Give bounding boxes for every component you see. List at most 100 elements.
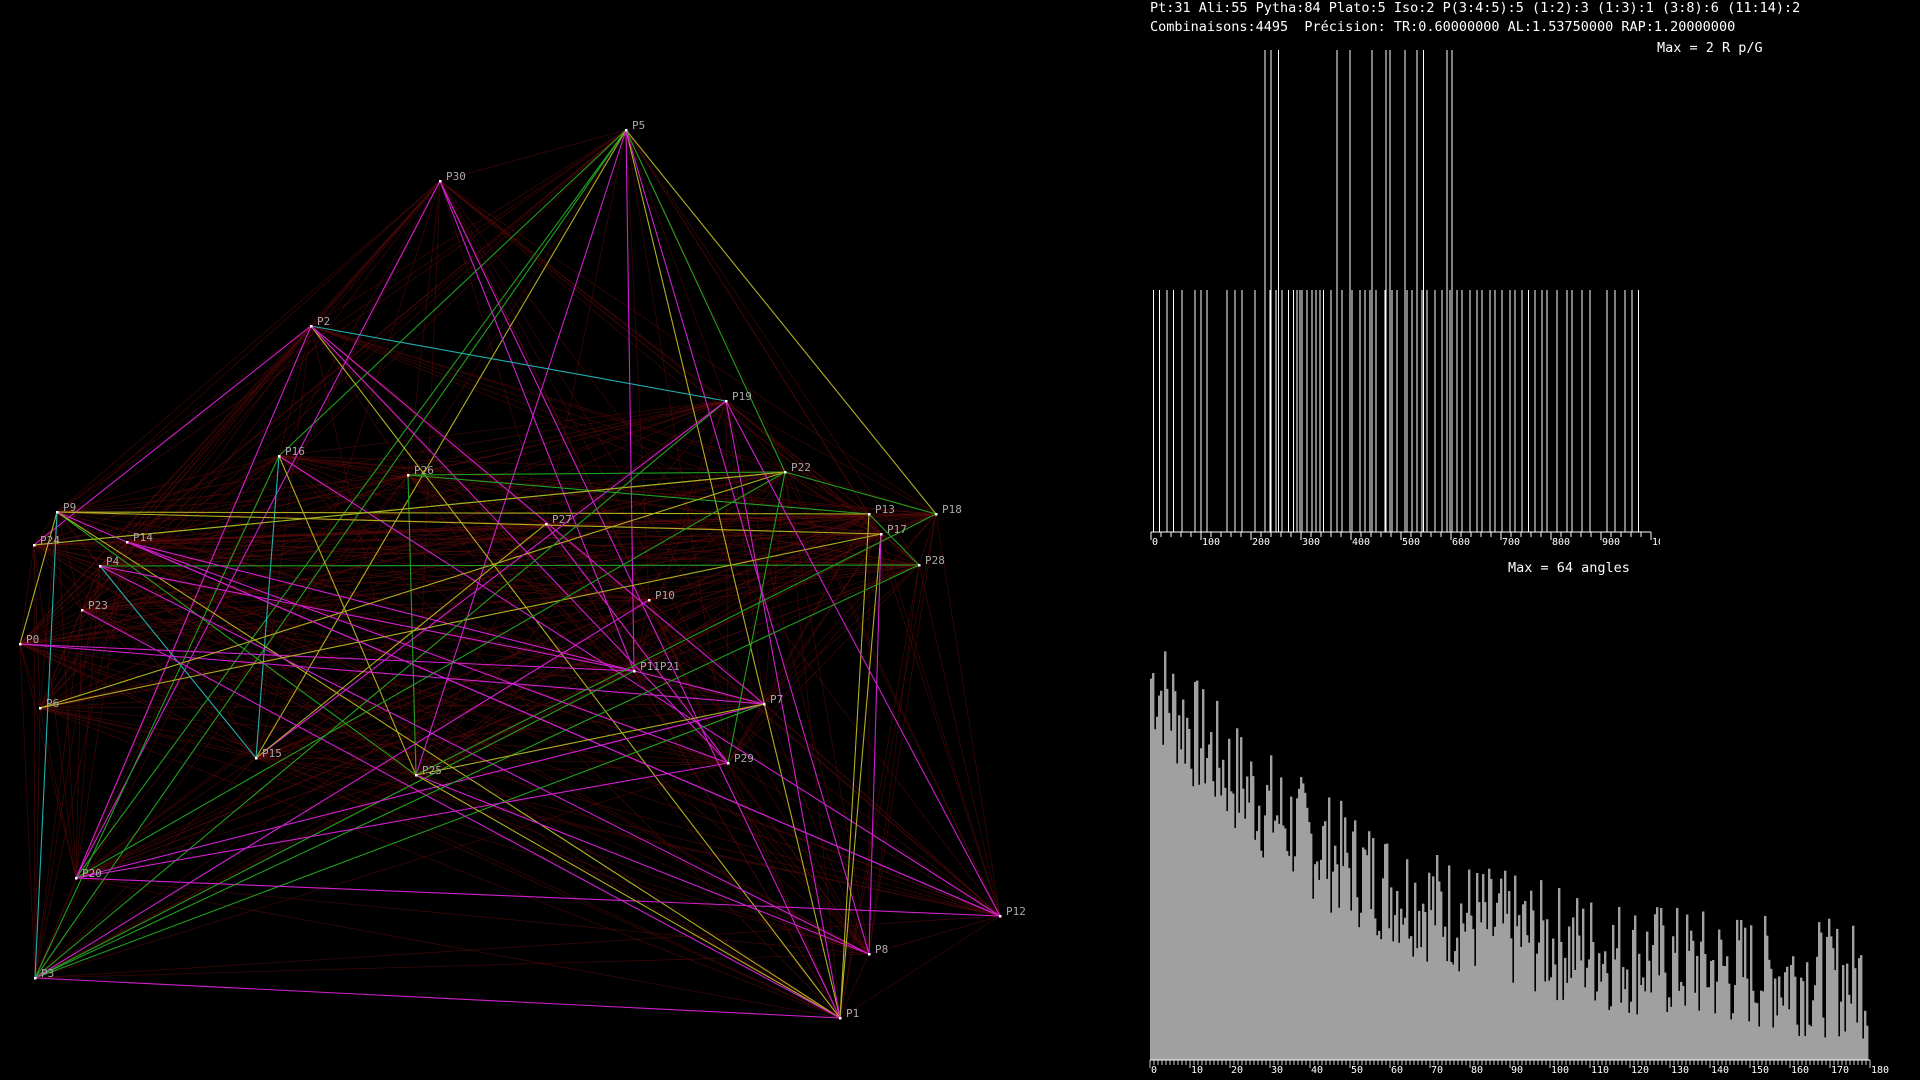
histogram-tick-label: 150 <box>1751 1065 1769 1076</box>
connection-P29-P20 <box>75 762 729 879</box>
connection-P3-P1 <box>34 977 841 1019</box>
point-label: P12 <box>1006 905 1026 918</box>
web-line <box>56 511 77 879</box>
web-line <box>255 757 1001 917</box>
web-line <box>19 643 1001 917</box>
web-line <box>39 599 650 709</box>
web-line <box>439 180 920 566</box>
point-marker <box>633 670 636 673</box>
point-marker <box>278 455 281 458</box>
web-line <box>56 325 312 513</box>
web-line <box>439 180 937 515</box>
connection-P3-P11P21 <box>34 670 635 979</box>
point-label: P19 <box>732 390 752 403</box>
point-label: P1 <box>846 1007 859 1020</box>
point-marker <box>784 471 787 474</box>
connection-P23-P1 <box>81 609 841 1019</box>
point-label: P22 <box>791 461 811 474</box>
web-line <box>633 670 870 955</box>
point-marker <box>19 643 22 646</box>
point-label: P11P21 <box>640 660 680 673</box>
point-label: P27 <box>552 513 572 526</box>
ratio-bars <box>1153 50 1639 532</box>
ratio-plot-caption: Max = 2 R p/G <box>1657 40 1763 56</box>
point-marker <box>255 757 258 760</box>
histogram-tick-label: 60 <box>1391 1065 1403 1076</box>
point-label: P23 <box>88 599 108 612</box>
point-label: P30 <box>446 170 466 183</box>
point-marker <box>999 915 1002 918</box>
web-line <box>34 762 729 979</box>
point-label: P28 <box>925 554 945 567</box>
point-marker <box>918 564 921 567</box>
point-label: P8 <box>875 943 888 956</box>
point-label: P29 <box>734 752 754 765</box>
histogram-axis: 0 10 20 30 40 50 60 70 80 90 100 110 120 130 140 150 160… <box>1149 1059 1889 1076</box>
histogram-tick-label: 70 <box>1431 1065 1443 1076</box>
point-label: P4 <box>106 555 120 568</box>
web-line <box>19 643 41 709</box>
web-line <box>415 599 650 776</box>
point-marker <box>868 513 871 516</box>
point-label: P15 <box>262 747 282 760</box>
web-line <box>56 180 441 513</box>
web-line <box>34 707 41 979</box>
ratio-plot: 0 100 200 300 400 500 600 700 800 900 1000 <box>1150 50 1660 548</box>
point-marker <box>81 609 84 612</box>
point-label: P3 <box>41 967 54 980</box>
web-line <box>839 915 1001 1019</box>
histogram-tick-label: 180 <box>1871 1065 1889 1076</box>
web-line <box>33 544 841 1019</box>
ratio-tick-label: 300 <box>1302 537 1320 548</box>
point-marker <box>56 511 59 514</box>
histogram-tick-label: 110 <box>1591 1065 1609 1076</box>
histogram-bars <box>1150 651 1869 1060</box>
point-label: P10 <box>655 589 675 602</box>
point-marker <box>880 533 883 536</box>
web-line <box>56 129 627 513</box>
point-marker <box>648 599 651 602</box>
point-marker <box>763 703 766 706</box>
point-label: P20 <box>82 867 102 880</box>
angle-histogram: 0 10 20 30 40 50 60 70 80 90 100 110 120 130 140 150 160… <box>1149 651 1889 1076</box>
histogram-tick-label: 120 <box>1631 1065 1649 1076</box>
ratio-tick-label: 200 <box>1252 537 1270 548</box>
web-line <box>34 757 257 979</box>
histogram-tick-label: 40 <box>1311 1065 1323 1076</box>
point-marker <box>725 400 728 403</box>
web-line <box>33 544 36 979</box>
point-marker <box>935 513 938 516</box>
precision-line: Combinaisons:4495 Précision: TR:0.600000… <box>1150 19 1736 35</box>
point-label: P5 <box>632 119 645 132</box>
histogram-tick-label: 100 <box>1551 1065 1569 1076</box>
point-label: P0 <box>26 633 39 646</box>
point-label: P24 <box>40 534 60 547</box>
point-label: P6 <box>46 697 59 710</box>
point-marker <box>545 523 548 526</box>
point-marker <box>34 977 37 980</box>
histogram-tick-label: 140 <box>1711 1065 1729 1076</box>
point-label: P17 <box>887 523 907 536</box>
connection-P17-P8 <box>868 533 882 955</box>
ratio-tick-label: 800 <box>1552 537 1570 548</box>
histogram-tick-label: 130 <box>1671 1065 1689 1076</box>
point-marker <box>33 544 36 547</box>
web-line <box>75 513 870 879</box>
web-line <box>33 180 441 546</box>
point-marker <box>39 707 42 710</box>
point-marker <box>625 129 628 132</box>
histogram-tick-label: 30 <box>1271 1065 1283 1076</box>
histogram-tick-label: 50 <box>1351 1065 1363 1076</box>
ratio-tick-label: 700 <box>1502 537 1520 548</box>
connection-P30-P1 <box>439 180 841 1019</box>
ratio-tick-label: 1000 <box>1652 537 1660 548</box>
histogram-bar <box>1866 1025 1869 1060</box>
point-marker <box>727 762 730 765</box>
web-line <box>39 707 257 759</box>
point-marker <box>126 541 129 544</box>
web-line <box>19 544 35 645</box>
ratio-tick-label: 0 <box>1152 537 1158 548</box>
web-line <box>255 757 729 764</box>
web-line <box>633 670 1001 917</box>
web-line <box>439 180 870 955</box>
